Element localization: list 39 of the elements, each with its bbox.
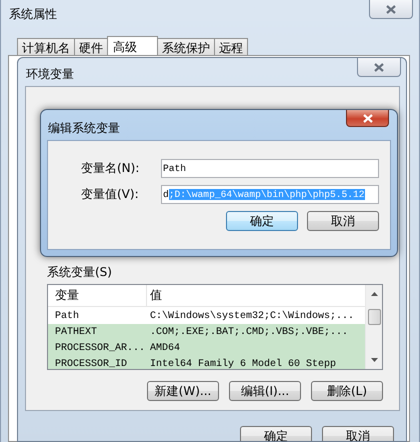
button[interactable]: 确定 bbox=[240, 426, 312, 441]
group-label: 系统变量(S) bbox=[47, 265, 113, 279]
list-row[interactable]: PROCESSOR_ID Intel64 Family 6 Model 60 Stepp bbox=[48, 356, 365, 369]
button[interactable]: 编辑(I)... bbox=[229, 381, 301, 401]
table-cell-text: PATHEXT bbox=[54, 326, 98, 338]
button[interactable]: 取消 bbox=[322, 426, 394, 441]
list-row[interactable]: PROCESSOR_AR... AMD64 bbox=[48, 340, 365, 356]
scroll-thumb[interactable] bbox=[368, 309, 380, 325]
table-cell-text: PROCESSOR_ID bbox=[54, 358, 128, 369]
table-cell-text: Intel64 Family 6 Model 60 Stepp bbox=[149, 358, 338, 369]
table-cell-text: C:\Windows\system32;C:\Windows;... bbox=[149, 310, 356, 322]
list-row[interactable]: Path C:\Windows\system32;C:\Windows;... bbox=[48, 308, 365, 324]
dialog-title: 环境变量 bbox=[26, 66, 74, 83]
field-label: 变量值(V): bbox=[81, 186, 140, 203]
close-button[interactable] bbox=[346, 110, 389, 127]
table-cell-text: AMD64 bbox=[149, 342, 182, 354]
close-icon bbox=[386, 4, 396, 14]
input-field[interactable]: d;D:\wamp_64\wamp\bin\php\php5.5.12 bbox=[161, 185, 379, 204]
close-button[interactable] bbox=[357, 58, 401, 77]
window-title: 系统属性 bbox=[9, 6, 57, 23]
close-icon bbox=[362, 114, 372, 122]
scroll-up-icon[interactable] bbox=[370, 292, 378, 296]
button[interactable]: 删除(L) bbox=[311, 381, 383, 401]
table-cell-text: Path bbox=[54, 310, 80, 322]
close-button[interactable] bbox=[369, 0, 413, 19]
scrollbar[interactable] bbox=[365, 285, 382, 369]
table-cell-text: PROCESSOR_AR... bbox=[54, 342, 146, 354]
button[interactable]: 新建(W)... bbox=[147, 381, 219, 401]
table-cell-text: .COM;.EXE;.BAT;.CMD;.VBS;.VBE;... bbox=[149, 326, 350, 338]
column-header[interactable]: 变量 bbox=[48, 285, 147, 306]
input-field[interactable]: Path bbox=[161, 159, 379, 178]
field-label: 变量名(N): bbox=[81, 160, 140, 177]
button[interactable]: 确定 bbox=[226, 211, 298, 231]
dialog-title: 编辑系统变量 bbox=[48, 120, 120, 137]
close-icon bbox=[374, 62, 384, 72]
button[interactable]: 取消 bbox=[307, 211, 379, 231]
column-header[interactable]: 值 bbox=[147, 287, 365, 304]
scroll-down-icon[interactable] bbox=[370, 358, 378, 362]
list-row[interactable]: PATHEXT .COM;.EXE;.BAT;.CMD;.VBS;.VBE;... bbox=[48, 324, 365, 340]
